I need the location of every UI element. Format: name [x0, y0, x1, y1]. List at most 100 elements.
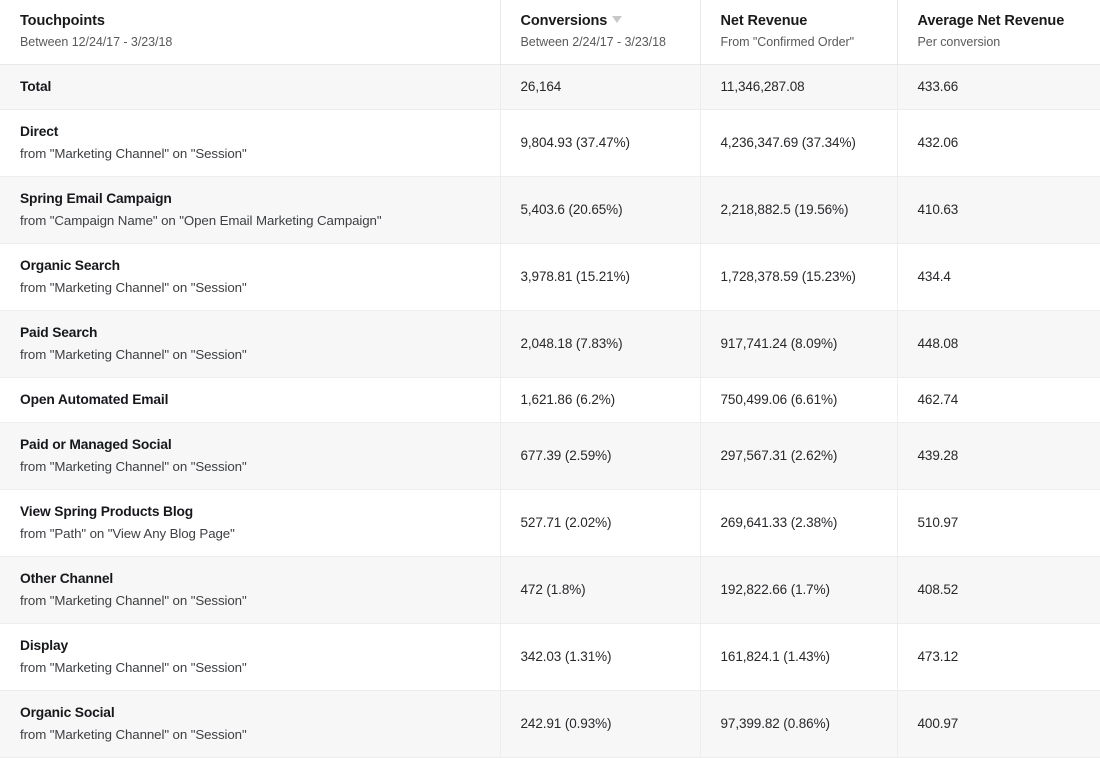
table-row[interactable]: Other Channel from "Marketing Channel" on… — [0, 556, 1100, 624]
cell-dimension: View Spring Products Blog from "Path" on … — [0, 489, 501, 557]
row-source: from "Marketing Channel" on "Session" — [20, 593, 247, 608]
cell-average-net-revenue: 432.06 — [897, 109, 1100, 177]
cell-conversions-value: 3,978.81 (15.21%) — [520, 269, 630, 284]
cell-average-net-revenue-value: 410.63 — [917, 202, 959, 217]
column-subtitle-net-revenue: From "Confirmed Order" — [720, 35, 855, 49]
cell-net-revenue-value: 917,741.24 (8.09%) — [720, 336, 838, 351]
cell-dimension: Organic Social from "Marketing Channel" o… — [0, 690, 501, 758]
cell-net-revenue: 11,346,287.08 — [700, 64, 898, 110]
cell-average-net-revenue-value: 432.06 — [917, 135, 959, 150]
cell-net-revenue: 269,641.33 (2.38%) — [700, 489, 898, 557]
table-row[interactable]: Open Automated Email 1,621.86 (6.2%) 750,4… — [0, 377, 1100, 423]
cell-net-revenue: 1,728,378.59 (15.23%) — [700, 243, 898, 311]
cell-conversions-value: 1,621.86 (6.2%) — [520, 392, 616, 407]
cell-net-revenue: 2,218,882.5 (19.56%) — [700, 176, 898, 244]
header-row: Touchpoints Between 12/24/17 - 3/23/18 C… — [0, 0, 1100, 65]
column-title-average-net-revenue: Average Net Revenue — [917, 13, 1065, 29]
row-source: from "Campaign Name" on "Open Email Mark… — [20, 213, 382, 228]
row-source: from "Marketing Channel" on "Session" — [20, 146, 247, 161]
column-title-touchpoints: Touchpoints — [20, 13, 105, 29]
cell-conversions-value: 26,164 — [520, 79, 562, 94]
cell-conversions: 242.91 (0.93%) — [500, 690, 701, 758]
cell-conversions-value: 242.91 (0.93%) — [520, 716, 612, 731]
cell-net-revenue: 161,824.1 (1.43%) — [700, 623, 898, 691]
cell-conversions: 3,978.81 (15.21%) — [500, 243, 701, 311]
cell-average-net-revenue-value: 433.66 — [917, 79, 959, 94]
row-label: View Spring Products Blog — [20, 504, 194, 519]
cell-average-net-revenue: 433.66 — [897, 64, 1100, 110]
row-source: from "Marketing Channel" on "Session" — [20, 459, 247, 474]
cell-conversions: 527.71 (2.02%) — [500, 489, 701, 557]
cell-net-revenue: 192,822.66 (1.7%) — [700, 556, 898, 624]
cell-net-revenue: 4,236,347.69 (37.34%) — [700, 109, 898, 177]
row-label: Total — [20, 79, 52, 94]
cell-net-revenue-value: 297,567.31 (2.62%) — [720, 448, 838, 463]
cell-average-net-revenue: 408.52 — [897, 556, 1100, 624]
row-label: Organic Social — [20, 705, 115, 720]
cell-average-net-revenue: 400.97 — [897, 690, 1100, 758]
table-row[interactable]: Direct from "Marketing Channel" on "Sessi… — [0, 109, 1100, 177]
cell-conversions: 677.39 (2.59%) — [500, 422, 701, 490]
cell-conversions-value: 9,804.93 (37.47%) — [520, 135, 630, 150]
cell-net-revenue-value: 269,641.33 (2.38%) — [720, 515, 838, 530]
table-row[interactable]: Spring Email Campaign from "Campaign Name… — [0, 176, 1100, 244]
table-row[interactable]: Paid Search from "Marketing Channel" on "… — [0, 310, 1100, 378]
cell-dimension: Direct from "Marketing Channel" on "Sessi… — [0, 109, 501, 177]
cell-net-revenue: 97,399.82 (0.86%) — [700, 690, 898, 758]
cell-average-net-revenue: 439.28 — [897, 422, 1100, 490]
cell-dimension: Other Channel from "Marketing Channel" on… — [0, 556, 501, 624]
cell-average-net-revenue-value: 400.97 — [917, 716, 959, 731]
row-label: Display — [20, 638, 69, 653]
row-source: from "Marketing Channel" on "Session" — [20, 347, 247, 362]
row-label: Paid Search — [20, 325, 98, 340]
table-row[interactable]: Paid or Managed Social from "Marketing Ch… — [0, 422, 1100, 490]
cell-conversions-value: 342.03 (1.31%) — [520, 649, 612, 664]
row-label: Paid or Managed Social — [20, 437, 172, 452]
cell-conversions-value: 5,403.6 (20.65%) — [520, 202, 623, 217]
cell-average-net-revenue: 462.74 — [897, 377, 1100, 423]
column-title-net-revenue: Net Revenue — [720, 13, 808, 29]
table-header: Touchpoints Between 12/24/17 - 3/23/18 C… — [0, 0, 1100, 65]
cell-dimension: Spring Email Campaign from "Campaign Name… — [0, 176, 501, 244]
cell-conversions: 9,804.93 (37.47%) — [500, 109, 701, 177]
column-title-conversions: Conversions — [520, 13, 608, 29]
table-row-total[interactable]: Total 26,164 11,346,287.08 433.66 — [0, 64, 1100, 110]
cell-net-revenue-value: 750,499.06 (6.61%) — [720, 392, 838, 407]
cell-conversions-value: 527.71 (2.02%) — [520, 515, 612, 530]
row-source: from "Marketing Channel" on "Session" — [20, 727, 247, 742]
cell-conversions-value: 677.39 (2.59%) — [520, 448, 612, 463]
cell-dimension: Open Automated Email — [0, 377, 501, 423]
cell-average-net-revenue: 434.4 — [897, 243, 1100, 311]
row-source: from "Marketing Channel" on "Session" — [20, 660, 247, 675]
cell-average-net-revenue: 448.08 — [897, 310, 1100, 378]
cell-conversions: 1,621.86 (6.2%) — [500, 377, 701, 423]
cell-average-net-revenue-value: 408.52 — [917, 582, 959, 597]
column-subtitle-conversions: Between 2/24/17 - 3/23/18 — [520, 35, 666, 49]
cell-average-net-revenue: 510.97 — [897, 489, 1100, 557]
column-header-net-revenue[interactable]: Net Revenue From "Confirmed Order" — [700, 0, 898, 65]
cell-conversions: 5,403.6 (20.65%) — [500, 176, 701, 244]
column-subtitle-average-net-revenue: Per conversion — [917, 35, 1001, 49]
cell-dimension: Paid Search from "Marketing Channel" on "… — [0, 310, 501, 378]
caret-down-icon — [612, 16, 623, 23]
cell-net-revenue-value: 1,728,378.59 (15.23%) — [720, 269, 856, 284]
table-row[interactable]: Display from "Marketing Channel" on "Sess… — [0, 623, 1100, 691]
column-header-conversions[interactable]: Conversions Between 2/24/17 - 3/23/18 — [500, 0, 701, 65]
cell-average-net-revenue-value: 439.28 — [917, 448, 959, 463]
cell-conversions: 26,164 — [500, 64, 701, 110]
cell-average-net-revenue-value: 462.74 — [917, 392, 959, 407]
cell-dimension: Display from "Marketing Channel" on "Sess… — [0, 623, 501, 691]
table-body: Total 26,164 11,346,287.08 433.66 Direct from… — [0, 64, 1100, 758]
cell-net-revenue-value: 4,236,347.69 (37.34%) — [720, 135, 856, 150]
column-header-average-net-revenue[interactable]: Average Net Revenue Per conversion — [897, 0, 1100, 65]
cell-conversions: 2,048.18 (7.83%) — [500, 310, 701, 378]
cell-net-revenue-value: 11,346,287.08 — [720, 79, 805, 94]
cell-net-revenue-value: 161,824.1 (1.43%) — [720, 649, 830, 664]
cell-conversions: 472 (1.8%) — [500, 556, 701, 624]
column-header-touchpoints[interactable]: Touchpoints Between 12/24/17 - 3/23/18 — [0, 0, 501, 65]
table-row[interactable]: Organic Search from "Marketing Channel" o… — [0, 243, 1100, 311]
row-label: Other Channel — [20, 571, 114, 586]
table-row[interactable]: View Spring Products Blog from "Path" on … — [0, 489, 1100, 557]
cell-conversions-value: 472 (1.8%) — [520, 582, 586, 597]
table-row[interactable]: Organic Social from "Marketing Channel" o… — [0, 690, 1100, 758]
